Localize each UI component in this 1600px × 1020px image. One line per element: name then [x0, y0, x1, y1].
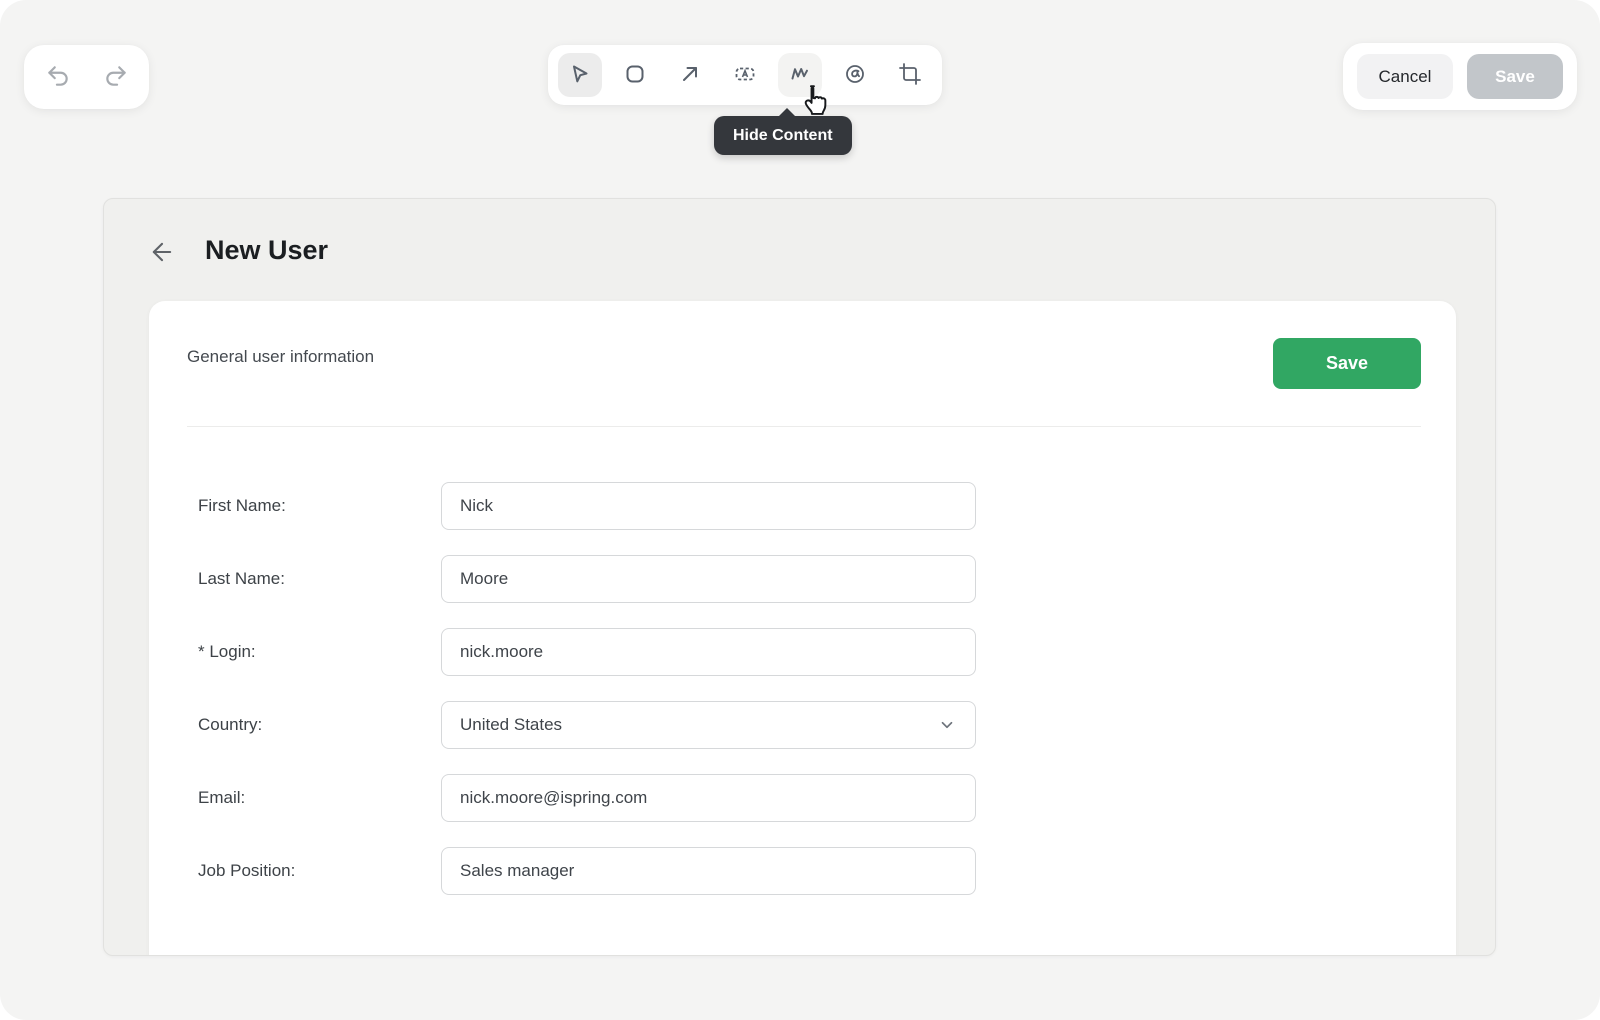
undo-button[interactable]	[42, 61, 74, 93]
tooltip-label: Hide Content	[733, 127, 833, 145]
email-label: Email:	[198, 788, 441, 808]
form-row-job-position: Job Position:	[198, 847, 1456, 895]
last-name-input[interactable]	[441, 555, 976, 603]
card-header: General user information Save	[149, 301, 1456, 426]
hide-content-marker-icon	[788, 62, 812, 89]
history-toolbar	[24, 45, 149, 109]
form-row-country: Country:	[198, 701, 1456, 749]
back-arrow-icon	[148, 238, 176, 269]
cursor-pointer-icon	[568, 62, 592, 89]
job-position-input[interactable]	[441, 847, 976, 895]
country-select[interactable]	[441, 701, 976, 749]
redo-button[interactable]	[100, 61, 132, 93]
redo-icon	[103, 63, 129, 92]
undo-icon	[45, 63, 71, 92]
annotation-editor: Hide Content Cancel Save New User Genera…	[0, 0, 1600, 1020]
section-title: General user information	[187, 347, 374, 367]
rectangle-icon	[623, 62, 647, 89]
page-title: New User	[205, 235, 328, 266]
form-row-email: Email:	[198, 774, 1456, 822]
cancel-button[interactable]: Cancel	[1357, 54, 1453, 99]
captured-screenshot: New User General user information Save F…	[103, 198, 1496, 956]
text-frame-icon	[733, 62, 757, 89]
tooltip: Hide Content	[714, 116, 852, 155]
job-position-label: Job Position:	[198, 861, 441, 881]
back-button[interactable]	[146, 237, 178, 269]
blur-scribble-icon	[843, 62, 867, 89]
login-input[interactable]	[441, 628, 976, 676]
hide-content-tool-button[interactable]	[778, 53, 822, 97]
arrow-tool-button[interactable]	[668, 53, 712, 97]
form-row-last-name: Last Name:	[198, 555, 1456, 603]
user-form-card: General user information Save First Name…	[149, 301, 1456, 956]
editor-save-button[interactable]: Save	[1467, 54, 1563, 99]
arrow-icon	[678, 62, 702, 89]
first-name-input[interactable]	[441, 482, 976, 530]
annotation-toolbar	[548, 45, 942, 105]
country-label: Country:	[198, 715, 441, 735]
form-row-login: * Login:	[198, 628, 1456, 676]
form-save-button[interactable]: Save	[1273, 338, 1421, 389]
blur-tool-button[interactable]	[833, 53, 877, 97]
last-name-label: Last Name:	[198, 569, 441, 589]
crop-tool-button[interactable]	[888, 53, 932, 97]
crop-icon	[898, 62, 922, 89]
select-tool-button[interactable]	[558, 53, 602, 97]
user-form: First Name: Last Name: * Login:	[149, 427, 1456, 895]
rectangle-tool-button[interactable]	[613, 53, 657, 97]
email-input[interactable]	[441, 774, 976, 822]
first-name-label: First Name:	[198, 496, 441, 516]
login-label: * Login:	[198, 642, 441, 662]
text-tool-button[interactable]	[723, 53, 767, 97]
editor-actions: Cancel Save	[1343, 43, 1577, 110]
form-row-first-name: First Name:	[198, 482, 1456, 530]
